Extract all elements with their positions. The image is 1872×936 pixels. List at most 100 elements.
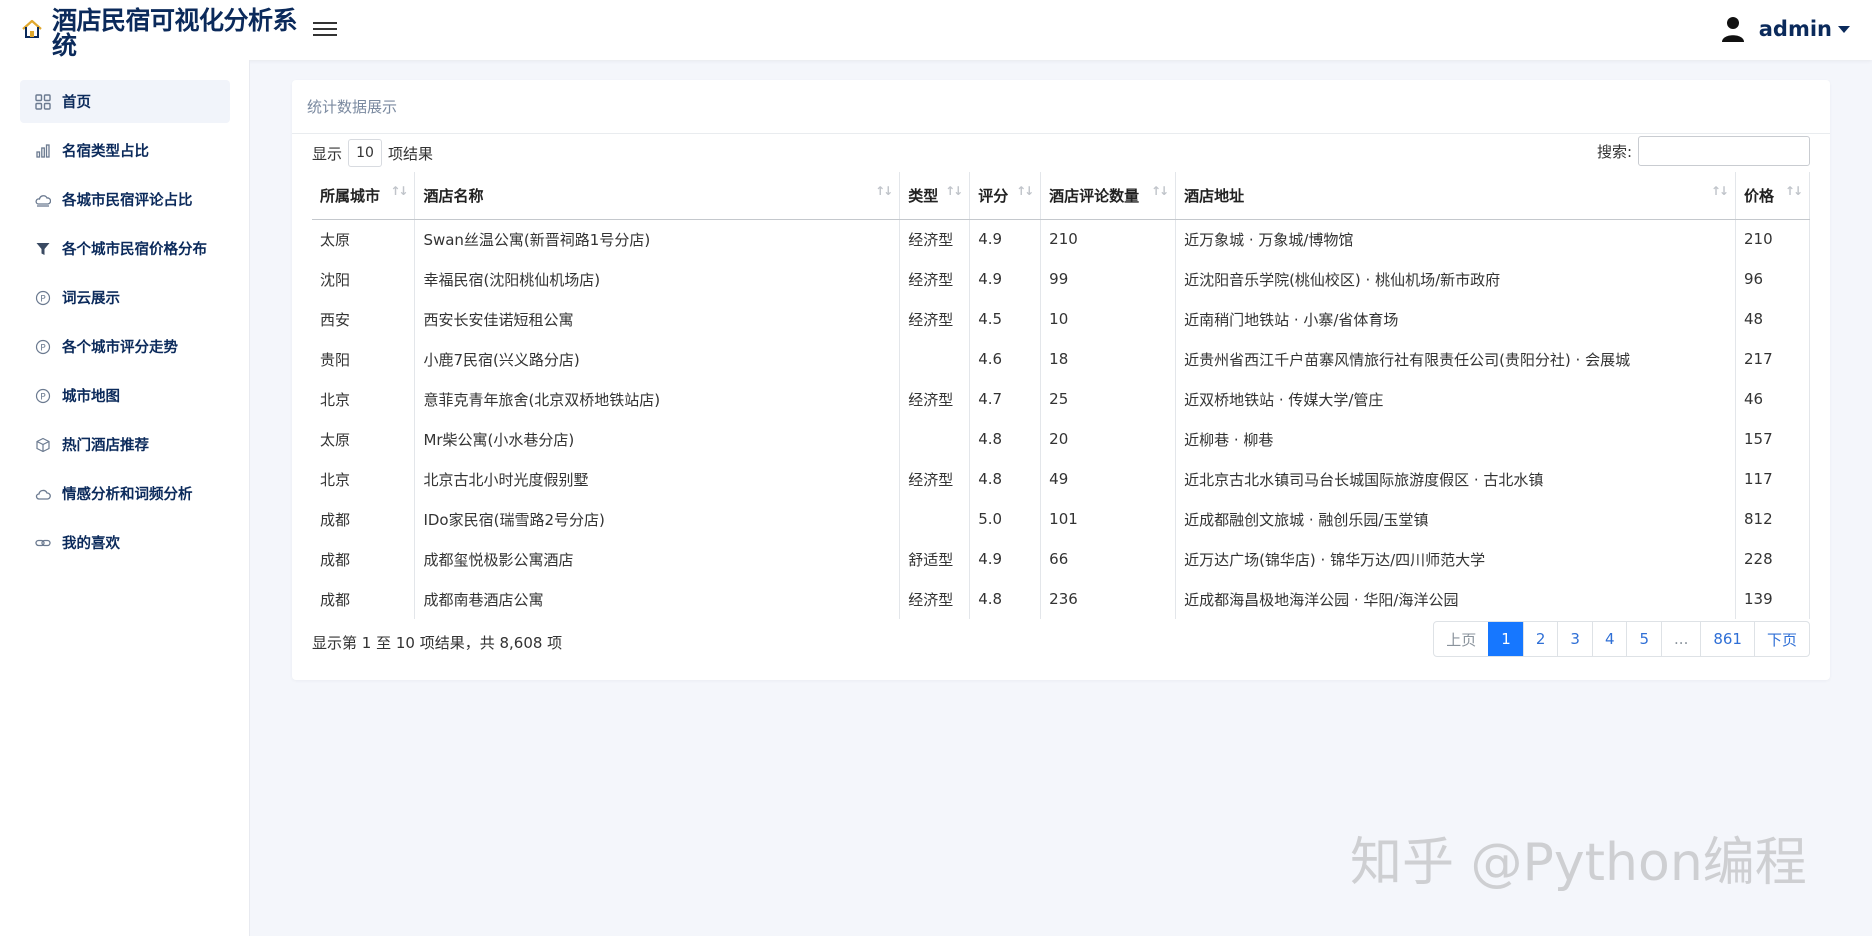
cell-name: 北京古北小时光度假别墅 [414,459,900,499]
cell-type [899,499,970,539]
cell-address: 近北京古北水镇司马台长城国际旅游度假区 · 古北水镇 [1175,459,1736,499]
link-icon [34,534,52,552]
user-name: admin [1758,17,1832,41]
sidebar-item-wordcloud[interactable]: P 词云展示 [20,276,230,319]
column-header-price[interactable]: 价格 ↑↓ [1734,172,1811,220]
table-info: 显示第 1 至 10 项结果，共 8,608 项 [312,634,563,652]
app-title: 酒店民宿可视化分析系统 [52,6,298,60]
cell-comments: 49 [1040,459,1176,499]
cell-name: 小鹿7民宿(兴义路分店) [414,339,900,379]
sort-icon: ↑↓ [1150,184,1169,198]
sort-icon: ↑↓ [945,184,963,198]
watermark: 知乎 @Python编程 [1350,833,1807,893]
cell-comments: 210 [1040,219,1176,259]
cell-name: 西安长安佳诺短租公寓 [414,299,900,339]
svg-text:P: P [40,392,46,402]
table-row: 成都 成都南巷酒店公寓 经济型 4.8 236 近成都海昌极地海洋公园 · 华阳… [312,579,1811,619]
cell-address: 近双桥地铁站 · 传媒大学/管庄 [1175,379,1736,419]
column-header-name[interactable]: 酒店名称 ↑↓ [414,172,900,220]
cell-type: 经济型 [899,259,970,299]
page-button-4[interactable]: 4 [1591,622,1627,656]
sidebar-item-favorites[interactable]: 我的喜欢 [20,521,230,564]
sidebar-item-label: 词云展示 [62,291,120,307]
cell-comments: 10 [1040,299,1176,339]
cell-comments: 101 [1040,499,1176,539]
cell-city: 成都 [320,590,351,609]
pagination: 上页 1 2 3 4 5 ... 861 下页 [1433,621,1810,657]
sidebar-item-price-distribution[interactable]: 各个城市民宿价格分布 [20,227,230,270]
page-button-2[interactable]: 2 [1522,622,1558,656]
cell-name: IDo家民宿(瑞雪路2号分店) [414,499,900,539]
user-menu[interactable]: admin [1721,16,1850,42]
cell-rating: 4.9 [969,219,1041,259]
page-ellipsis: ... [1661,622,1700,656]
page-length-select[interactable]: 10 [348,139,383,167]
stats-card: 统计数据展示 显示 10 项结果 搜索: 所属城市 ↑↓ 酒店名称 ↑↓ 类型 ↑↓ … [292,80,1830,680]
page-button-last[interactable]: 861 [1700,622,1754,656]
cell-address: 近万达广场(锦华店) · 锦华万达/四川师范大学 [1175,539,1736,579]
brand[interactable]: 酒店民宿可视化分析系统 [20,8,302,58]
box-icon [34,436,52,454]
sidebar-item-label: 各城市民宿评论占比 [62,193,193,209]
cell-name: 幸福民宿(沈阳桃仙机场店) [414,259,900,299]
next-page-button[interactable]: 下页 [1753,622,1809,656]
sidebar-item-label: 我的喜欢 [62,536,120,552]
sort-icon: ↑↓ [1016,184,1034,198]
table-search: 搜索: [1597,136,1810,166]
table-row: 成都 IDo家民宿(瑞雪路2号分店) 5.0 101 近成都融创文旅城 · 融创… [312,499,1811,539]
sidebar-item-home[interactable]: 首页 [20,80,230,123]
caret-down-icon [1838,25,1850,33]
search-label: 搜索: [1596,142,1632,161]
table-row: 北京 意菲克青年旅舍(北京双桥地铁站店) 经济型 4.7 25 近双桥地铁站 ·… [312,379,1811,419]
page-button-3[interactable]: 3 [1557,622,1592,656]
p-circle-icon: P [34,289,52,307]
table-row: 太原 Mr柴公寓(小水巷分店) 4.8 20 近柳巷 · 柳巷 157 [312,419,1811,459]
column-header-type[interactable]: 类型 ↑↓ [899,172,970,220]
cell-name: 成都南巷酒店公寓 [414,579,900,619]
grid-icon [34,93,52,111]
cell-comments: 18 [1040,339,1176,379]
home-icon [22,19,42,38]
table-row: 成都 成都玺悦极影公寓酒店 舒适型 4.9 66 近万达广场(锦华店) · 锦华… [312,539,1811,579]
column-header-rating[interactable]: 评分 ↑↓ [969,172,1041,220]
column-header-comments[interactable]: 酒店评论数量 ↑↓ [1040,172,1176,220]
page-button-5[interactable]: 5 [1626,622,1661,656]
cell-address: 近贵州省西江千户苗寨风情旅行社有限责任公司(贵阳分社) · 会展城 [1175,339,1736,379]
sidebar-item-rating-trend[interactable]: P 各个城市评分走势 [20,325,230,368]
sort-icon: ↑↓ [390,184,408,198]
cell-city: 沈阳 [320,270,351,289]
sidebar-item-hot-hotels[interactable]: 热门酒店推荐 [20,423,230,466]
cell-name: 成都玺悦极影公寓酒店 [414,539,900,579]
cell-rating: 4.9 [969,259,1041,299]
column-header-city[interactable]: 所属城市 ↑↓ [312,172,415,220]
cell-rating: 4.8 [969,579,1041,619]
cell-comments: 66 [1040,539,1176,579]
cell-comments: 236 [1040,579,1176,619]
prev-page-button[interactable]: 上页 [1434,622,1488,656]
sidebar-item-label: 首页 [62,95,91,111]
table-row: 贵阳 小鹿7民宿(兴义路分店) 4.6 18 近贵州省西江千户苗寨风情旅行社有限… [312,339,1811,379]
search-input[interactable] [1638,136,1810,166]
sidebar-item-city-map[interactable]: P 城市地图 [20,374,230,417]
cell-price: 210 [1734,219,1811,259]
page-button-1[interactable]: 1 [1488,622,1523,656]
cell-address: 近成都海昌极地海洋公园 · 华阳/海洋公园 [1175,579,1736,619]
cell-city: 西安 [320,310,351,329]
sidebar-item-label: 热门酒店推荐 [62,438,149,454]
sidebar-item-sentiment[interactable]: 情感分析和词频分析 [20,472,230,515]
sidebar-item-label: 名宿类型占比 [62,144,149,160]
cell-price: 228 [1734,539,1811,579]
sidebar-item-city-comments[interactable]: 各城市民宿评论占比 [20,178,230,221]
sidebar-item-type-ratio[interactable]: 名宿类型占比 [20,129,230,172]
table-header-row: 所属城市 ↑↓ 酒店名称 ↑↓ 类型 ↑↓ 评分 ↑↓ 酒店评论数量 ↑↓ 酒店地址 ↑↓ … [312,172,1811,220]
cell-address: 近万象城 · 万象城/博物馆 [1175,219,1736,259]
cloud-sun-icon [34,191,52,209]
length-suffix: 项结果 [388,144,434,163]
table-controls: 显示 10 项结果 搜索: [312,136,1810,172]
cell-price: 812 [1734,499,1811,539]
menu-toggle-icon[interactable] [313,18,337,42]
top-bar: 酒店民宿可视化分析系统 admin [0,0,1872,60]
column-header-address[interactable]: 酒店地址 ↑↓ [1175,172,1736,220]
p-circle-icon: P [34,338,52,356]
sidebar-menu: 首页 名宿类型占比 各城市民宿评论占比 各个城市民宿价格分布 P 词云展示 P … [20,80,230,570]
